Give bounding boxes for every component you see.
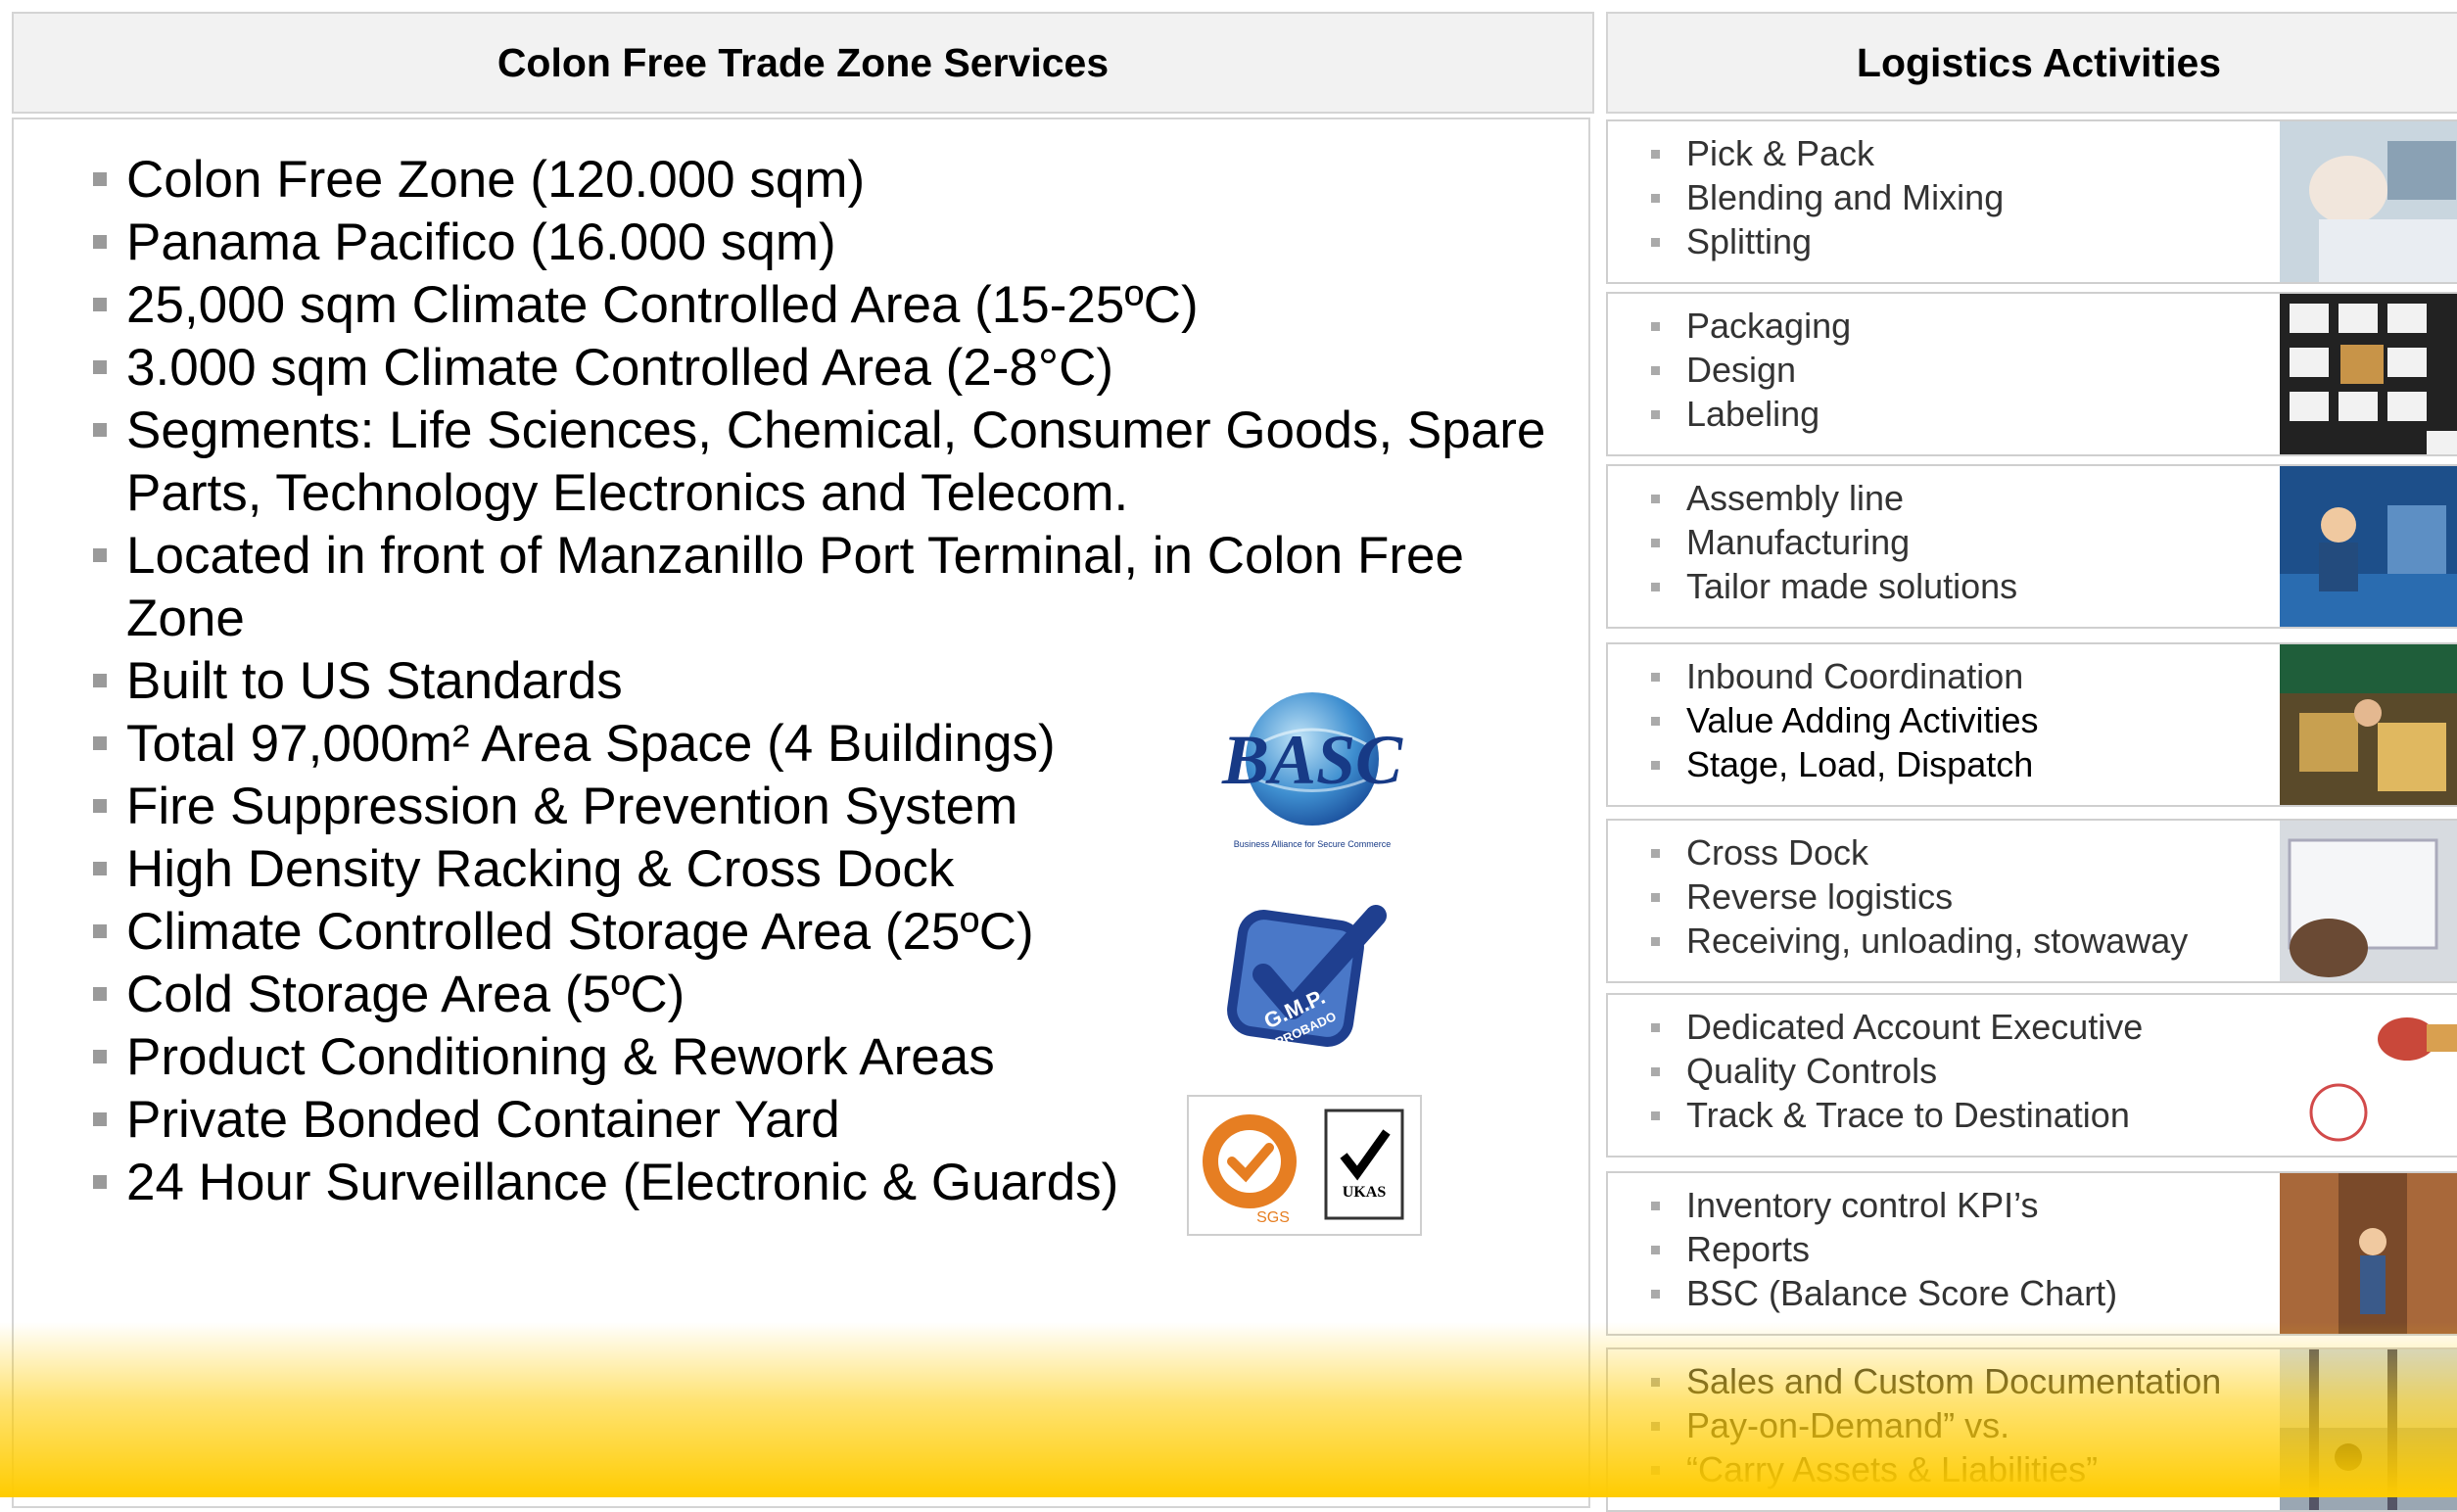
bullet-icon [1651, 1290, 1660, 1299]
office-view-photo [2280, 1349, 2457, 1510]
svg-text:Business Alliance for Secure C: Business Alliance for Secure Commerce [1234, 839, 1392, 849]
bullet-icon [1651, 1023, 1660, 1032]
stamp-photo [2280, 995, 2457, 1156]
list-item: Stage, Load, Dispatch [1637, 742, 2039, 786]
list-item: 25,000 sqm Climate Controlled Area (15-2… [77, 274, 1585, 337]
list-item: Pick & Pack [1637, 131, 2004, 175]
bullet-icon [1651, 194, 1660, 203]
bullet-icon [1651, 410, 1660, 419]
bullet-icon [1651, 673, 1660, 682]
list-item: Track & Trace to Destination [1637, 1093, 2143, 1137]
bullet-icon [1651, 322, 1660, 331]
bullet-icon [1651, 849, 1660, 858]
bullet-icon [1651, 583, 1660, 591]
bullet-icon [1651, 150, 1660, 159]
list-item: 3.000 sqm Climate Controlled Area (2-8°C… [77, 337, 1585, 400]
list-item: “Carry Assets & Liabilities” [1637, 1447, 2221, 1491]
activity-group: Dedicated Account Executive Quality Cont… [1606, 993, 2457, 1158]
list-item: Manufacturing [1637, 520, 2017, 564]
list-item: Inbound Coordination [1637, 654, 2039, 698]
bullet-icon [93, 423, 107, 437]
bullet-icon [1651, 1202, 1660, 1210]
bullet-icon [1651, 495, 1660, 503]
list-item: Colon Free Zone (120.000 sqm) [77, 149, 1585, 212]
bullet-icon [93, 548, 107, 562]
gmp-logo: G.M.P. APROBADO [1219, 896, 1405, 1058]
activity-group: Cross Dock Reverse logistics Receiving, … [1606, 819, 2457, 983]
list-item: Segments: Life Sciences, Chemical, Consu… [77, 400, 1585, 525]
bullet-icon [1651, 1111, 1660, 1120]
activity-group: Inventory control KPI’s Reports BSC (Bal… [1606, 1171, 2457, 1336]
bullet-icon [93, 235, 107, 249]
assembly-line-photo [2280, 466, 2457, 627]
bullet-icon [1651, 1422, 1660, 1431]
bullet-icon [1651, 1067, 1660, 1076]
list-item: Design [1637, 348, 1851, 392]
bullet-icon [93, 987, 107, 1001]
activity-group: Assembly line Manufacturing Tailor made … [1606, 464, 2457, 629]
bullet-icon [93, 674, 107, 687]
bullet-icon [1651, 937, 1660, 946]
bullet-icon [93, 862, 107, 875]
activities-header: Logistics Activities [1606, 12, 2457, 114]
bullet-icon [1651, 238, 1660, 247]
list-item: Assembly line [1637, 476, 2017, 520]
bullet-icon [93, 1175, 107, 1189]
boxes-grid-photo [2280, 294, 2457, 454]
list-item: Value Adding Activities [1637, 698, 2039, 742]
bullet-icon [93, 924, 107, 938]
list-item: Labeling [1637, 392, 1851, 436]
bullet-icon [93, 1050, 107, 1063]
list-item: BSC (Balance Score Chart) [1637, 1271, 2117, 1315]
bullet-icon [93, 1112, 107, 1126]
handling-photo [2280, 821, 2457, 981]
list-item: Cross Dock [1637, 830, 2188, 874]
bullet-icon [1651, 893, 1660, 902]
list-item: Reports [1637, 1227, 2117, 1271]
svg-text:SGS: SGS [1256, 1209, 1290, 1226]
bullet-icon [93, 736, 107, 750]
activity-group: Sales and Custom Documentation Pay-on-De… [1606, 1347, 2457, 1512]
bullet-icon [1651, 366, 1660, 375]
list-item: Sales and Custom Documentation [1637, 1359, 2221, 1403]
bullet-icon [1651, 539, 1660, 547]
activities-title: Logistics Activities [1856, 39, 2222, 85]
bullet-icon [93, 298, 107, 311]
list-item: Splitting [1637, 219, 2004, 263]
bullet-icon [93, 360, 107, 374]
list-item: Reverse logistics [1637, 874, 2188, 919]
list-item: Receiving, unloading, stowaway [1637, 919, 2188, 963]
services-header: Colon Free Trade Zone Services [12, 12, 1594, 114]
list-item: Located in front of Manzanillo Port Term… [77, 525, 1585, 650]
svg-text:UKAS: UKAS [1343, 1184, 1387, 1201]
bullet-icon [93, 799, 107, 813]
list-item: Panama Pacifico (16.000 sqm) [77, 212, 1585, 274]
bullet-icon [1651, 1246, 1660, 1254]
lab-worker-photo [2280, 121, 2457, 282]
list-item: Tailor made solutions [1637, 564, 2017, 608]
bullet-icon [1651, 1466, 1660, 1475]
basc-logo-text: BASC [1221, 721, 1403, 799]
list-item: Blending and Mixing [1637, 175, 2004, 219]
activity-group: Inbound Coordination Value Adding Activi… [1606, 642, 2457, 807]
sgs-ukas-logo: SGS UKAS [1187, 1095, 1422, 1236]
bullet-icon [1651, 761, 1660, 770]
bullet-icon [93, 172, 107, 186]
activity-group: Pick & Pack Blending and Mixing Splittin… [1606, 119, 2457, 284]
warehouse-workers-photo [2280, 644, 2457, 805]
list-item: Inventory control KPI’s [1637, 1183, 2117, 1227]
list-item: Packaging [1637, 304, 1851, 348]
basc-logo: BASC Business Alliance for Secure Commer… [1205, 685, 1420, 862]
storage-aisle-photo [2280, 1173, 2457, 1334]
bullet-icon [1651, 717, 1660, 726]
services-title: Colon Free Trade Zone Services [496, 39, 1110, 85]
list-item: Dedicated Account Executive [1637, 1005, 2143, 1049]
bullet-icon [1651, 1378, 1660, 1387]
list-item: Pay-on-Demand” vs. [1637, 1403, 2221, 1447]
activity-group: Packaging Design Labeling [1606, 292, 2457, 456]
list-item: Quality Controls [1637, 1049, 2143, 1093]
